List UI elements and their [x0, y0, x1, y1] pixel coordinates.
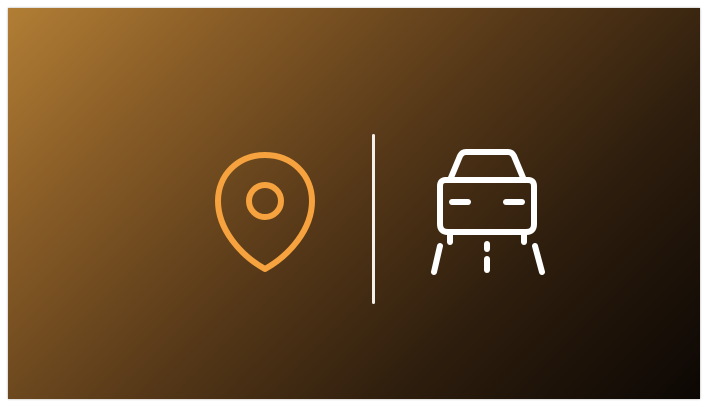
location-pin-icon	[215, 152, 315, 272]
image-frame	[0, 0, 702, 401]
vertical-divider	[372, 134, 375, 304]
car-on-road-icon	[431, 149, 545, 275]
gradient-panel	[8, 8, 700, 399]
